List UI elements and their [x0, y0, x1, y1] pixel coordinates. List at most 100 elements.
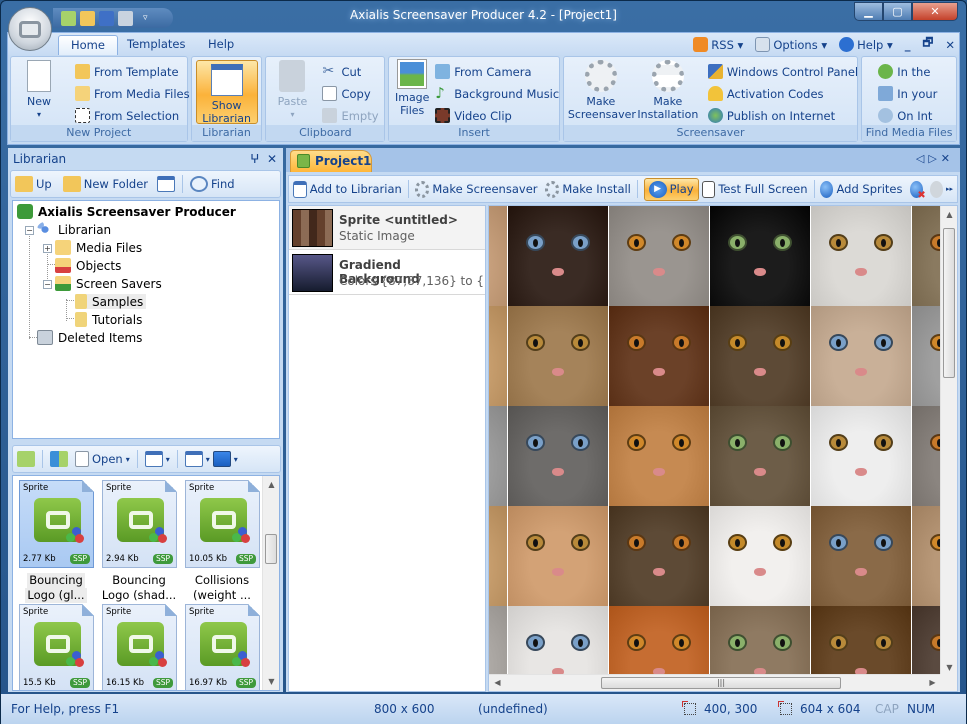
- maximize-button[interactable]: ▢: [883, 2, 912, 21]
- layer-item-sprite[interactable]: Sprite <untitled> Static Image: [289, 206, 485, 250]
- publish-on-internet-button[interactable]: Publish on Internet: [707, 108, 835, 123]
- layer-item-background[interactable]: Gradiend Background Colors {87,87,136} t…: [289, 251, 485, 295]
- ssp-badge: SSP: [235, 678, 256, 688]
- add-to-librarian-button[interactable]: Add to Librarian: [310, 182, 402, 196]
- windows-control-panel-button[interactable]: Windows Control Panel: [707, 64, 858, 79]
- mdi-close-button[interactable]: ✕: [945, 38, 955, 52]
- application-menu-button[interactable]: [8, 7, 52, 51]
- image-files-button[interactable]: Image Files: [393, 60, 431, 117]
- from-template-button[interactable]: From Template: [75, 64, 179, 79]
- library-item-card[interactable]: Sprite 15.5 Kb SSP: [19, 604, 94, 690]
- empty-button[interactable]: Empty: [322, 108, 379, 123]
- collapse-toggle[interactable]: −: [25, 226, 34, 235]
- library-item-card[interactable]: Sprite 16.97 Kb SSP: [185, 604, 260, 690]
- tree-node-tutorials[interactable]: Tutorials: [75, 312, 142, 327]
- minimize-button[interactable]: ▁: [854, 2, 883, 21]
- find-in-the-button[interactable]: In the: [878, 64, 930, 79]
- new-item-icon[interactable]: [17, 451, 35, 467]
- library-item-name[interactable]: BouncingLogo (gl...: [16, 573, 96, 603]
- paste-button[interactable]: Paste ▾: [272, 60, 312, 121]
- background-music-button[interactable]: ♪ Background Music: [435, 86, 559, 101]
- ribbon: Home Templates Help RSS ▾ Options ▾ Help…: [7, 32, 960, 145]
- library-item-card[interactable]: Sprite 2.77 Kb SSP: [19, 480, 94, 568]
- remove-sprite-button[interactable]: ✖: [909, 180, 926, 201]
- tab-templates[interactable]: Templates: [115, 35, 197, 55]
- close-button[interactable]: ✕: [912, 2, 958, 21]
- from-selection-button[interactable]: From Selection: [75, 108, 179, 123]
- scroll-down-arrow[interactable]: ▼: [263, 677, 279, 686]
- vertical-scroll-thumb[interactable]: [943, 228, 955, 378]
- tab-close-button[interactable]: ✕: [941, 152, 954, 165]
- tree-node-librarian[interactable]: Librarian: [37, 222, 111, 237]
- make-install-button[interactable]: Make Install: [562, 182, 631, 196]
- pin-button[interactable]: ⵖ: [250, 152, 259, 166]
- tree-node-samples[interactable]: Samples: [75, 294, 147, 309]
- activation-codes-button[interactable]: Activation Codes: [707, 86, 824, 101]
- collapse-toggle[interactable]: −: [43, 280, 52, 289]
- from-camera-button[interactable]: From Camera: [435, 64, 532, 79]
- scroll-right-arrow[interactable]: ▶: [924, 678, 941, 687]
- make-screensaver-toolbar-button[interactable]: Make Screensaver: [432, 182, 537, 196]
- make-installation-button[interactable]: Make Installation: [636, 60, 700, 121]
- video-clip-button[interactable]: Video Clip: [435, 108, 512, 123]
- tab-next-button[interactable]: ▷: [928, 152, 940, 165]
- tree-node-objects[interactable]: Objects: [55, 258, 121, 273]
- from-media-files-button[interactable]: From Media Files: [75, 86, 190, 101]
- find-on-internet-button[interactable]: On Int: [878, 108, 932, 123]
- test-full-screen-button[interactable]: Test Full Screen: [718, 182, 807, 196]
- group-clipboard: Paste ▾ ✂ Cut Copy Empty Clipboard: [265, 56, 386, 142]
- toolbar-overflow-button[interactable]: ▸▸: [946, 185, 953, 193]
- cat-nose: [552, 468, 564, 476]
- help-menu-button[interactable]: Help ▾: [839, 37, 893, 52]
- panel-close-button[interactable]: ✕: [267, 152, 277, 166]
- rss-button[interactable]: RSS ▾: [693, 37, 743, 52]
- cut-button[interactable]: ✂ Cut: [322, 64, 361, 79]
- duplicate-sprite-button[interactable]: [929, 180, 943, 198]
- play-button[interactable]: ▶ Play: [643, 177, 699, 201]
- new-folder-button[interactable]: New Folder: [84, 177, 148, 191]
- find-in-your-button[interactable]: In your: [878, 86, 937, 101]
- library-item-card[interactable]: Sprite 16.15 Kb SSP: [102, 604, 177, 690]
- scroll-up-arrow[interactable]: ▲: [941, 210, 957, 219]
- tree-node-media-files[interactable]: Media Files: [55, 240, 142, 255]
- tab-home[interactable]: Home: [58, 35, 118, 55]
- scroll-up-arrow[interactable]: ▲: [263, 480, 279, 489]
- library-item-name[interactable]: Bouncing Logo (shad...: [99, 573, 179, 603]
- up-button[interactable]: Up: [36, 177, 52, 191]
- scroll-thumb[interactable]: [265, 534, 277, 564]
- tree-node-screen-savers[interactable]: Screen Savers: [55, 276, 162, 291]
- library-item-card[interactable]: Sprite 10.05 Kb SSP: [185, 480, 260, 568]
- folder-view-icon[interactable]: [157, 176, 175, 192]
- new-button[interactable]: New ▾: [19, 60, 59, 121]
- options-button[interactable]: Options ▾: [755, 37, 827, 52]
- tab-project1[interactable]: Project1: [290, 150, 372, 172]
- view-list-icon[interactable]: [184, 451, 203, 467]
- scroll-down-arrow[interactable]: ▼: [941, 663, 957, 672]
- mdi-restore-button[interactable]: 🗗: [923, 35, 934, 54]
- open-dropdown-arrow[interactable]: ▾: [126, 455, 130, 464]
- screen-preview-icon[interactable]: [212, 451, 231, 467]
- canvas-horizontal-scrollbar[interactable]: ◀ ||| ▶: [489, 674, 941, 691]
- import-icon[interactable]: [50, 451, 68, 467]
- library-item-name[interactable]: Collisions (weight ...: [182, 573, 262, 603]
- find-button[interactable]: Find: [211, 177, 235, 191]
- cat-eye: [773, 634, 792, 651]
- library-vertical-scrollbar[interactable]: ▲ ▼: [262, 476, 279, 690]
- horizontal-scroll-thumb[interactable]: |||: [601, 677, 841, 689]
- library-item-card[interactable]: Sprite 2.94 Kb SSP: [102, 480, 177, 568]
- add-sprites-button[interactable]: Add Sprites: [836, 182, 902, 196]
- make-screensaver-button[interactable]: Make Screensaver: [568, 60, 636, 121]
- tab-prev-button[interactable]: ◁: [916, 152, 928, 165]
- expand-toggle[interactable]: +: [43, 244, 52, 253]
- tab-help[interactable]: Help: [196, 35, 246, 55]
- tree-node-deleted-items[interactable]: Deleted Items: [37, 330, 142, 345]
- tree-node-root[interactable]: Axialis Screensaver Producer: [17, 204, 236, 219]
- canvas-vertical-scrollbar[interactable]: ▲ ▼: [940, 206, 957, 676]
- preview-canvas[interactable]: ▲ ▼ ◀ ||| ▶: [488, 205, 958, 692]
- show-librarian-button[interactable]: Show Librarian: [195, 60, 258, 125]
- mdi-minimize-button[interactable]: _: [905, 38, 911, 52]
- open-button[interactable]: Open: [92, 452, 123, 466]
- copy-button[interactable]: Copy: [322, 86, 371, 101]
- scroll-left-arrow[interactable]: ◀: [489, 678, 506, 687]
- sort-icon[interactable]: [144, 451, 163, 467]
